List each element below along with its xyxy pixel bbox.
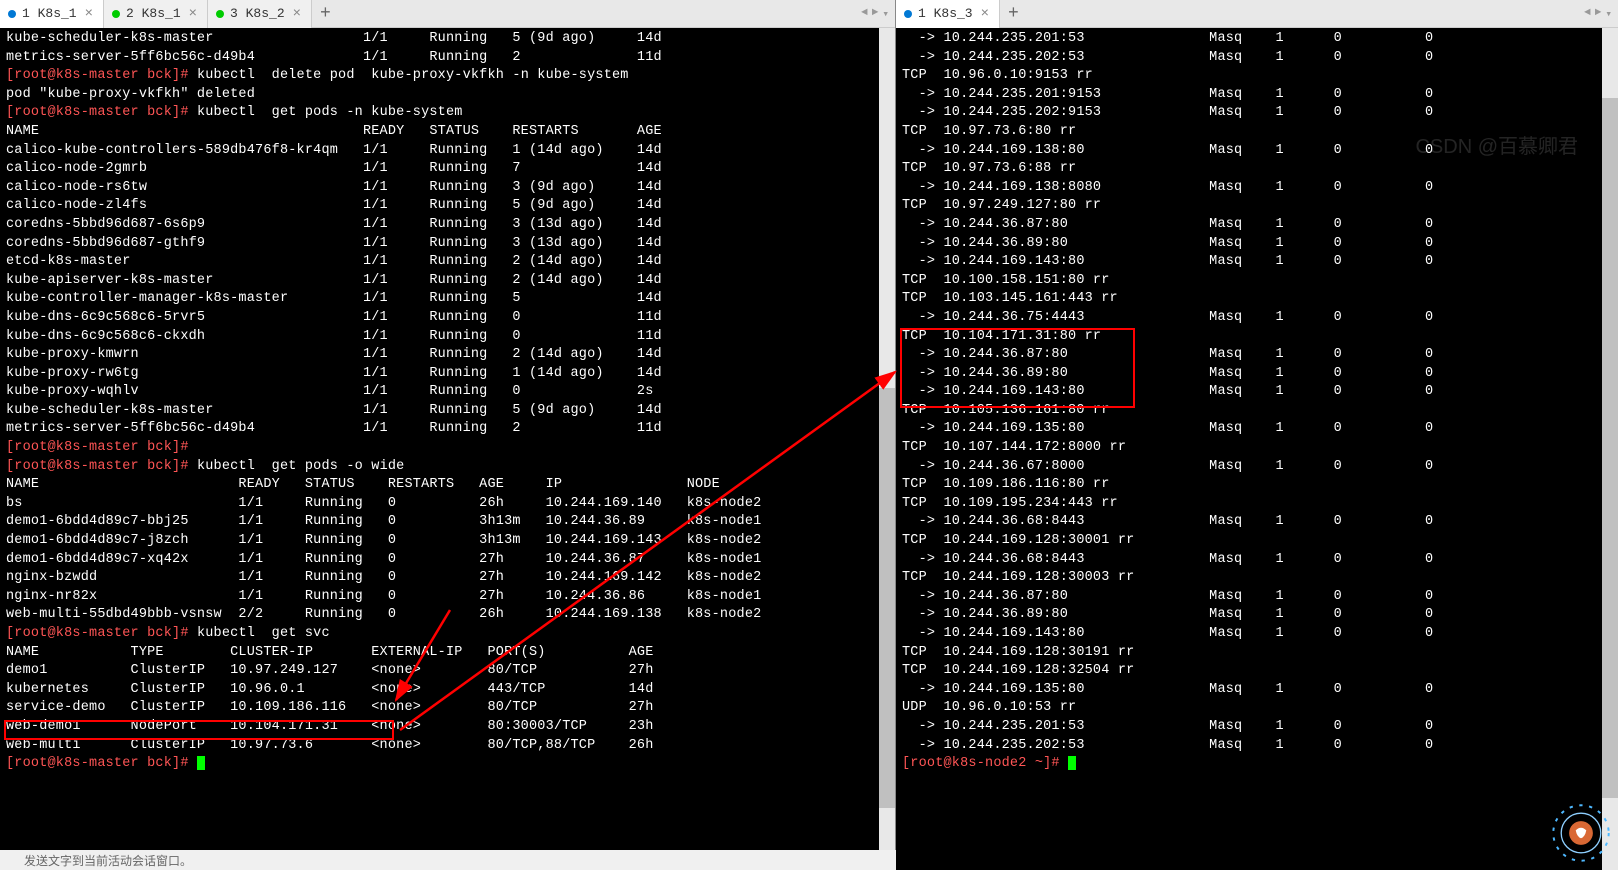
scrollbar-thumb[interactable] <box>879 388 895 808</box>
right-pane: 1 K8s_3 × + ◄ ►▾ -> 10.244.235.201:53 Masq 1… <box>896 0 1618 870</box>
tab-label: 2 K8s_1 <box>126 6 181 21</box>
tab-prev-icon[interactable]: ◄ <box>1584 7 1591 21</box>
left-pane: 1 K8s_1 × 2 K8s_1 × 3 K8s_2 × + ◄ ►▾ kube-schedu… <box>0 0 896 870</box>
csdn-logo-icon <box>1548 800 1614 866</box>
tab-label: 3 K8s_2 <box>230 6 285 21</box>
right-tabbar: 1 K8s_3 × + ◄ ►▾ <box>896 0 1618 28</box>
add-tab-button[interactable]: + <box>1000 4 1027 24</box>
status-dot-icon <box>8 10 16 18</box>
close-icon[interactable]: × <box>83 6 95 22</box>
prompt: [root@k8s-master bck]# <box>6 756 197 771</box>
status-dot-icon <box>112 10 120 18</box>
status-icon <box>6 854 18 866</box>
cursor <box>1068 756 1076 770</box>
prompt: [root@k8s-master bck]# <box>6 440 197 455</box>
right-terminal[interactable]: -> 10.244.235.201:53 Masq 1 0 0 -> 10.24… <box>896 28 1618 870</box>
status-dot-icon <box>216 10 224 18</box>
scrollbar-thumb[interactable] <box>1602 98 1618 798</box>
right-scrollbar[interactable] <box>1602 28 1618 870</box>
cursor <box>197 756 205 770</box>
tab-prev-icon[interactable]: ◄ <box>861 7 868 21</box>
add-tab-button[interactable]: + <box>312 4 339 24</box>
prompt: [root@k8s-master bck]# <box>6 626 197 641</box>
tab[interactable]: 1 K8s_1 × <box>0 0 104 28</box>
tab-next-icon[interactable]: ► <box>1595 7 1602 21</box>
tab[interactable]: 2 K8s_1 × <box>104 0 208 28</box>
status-bar: 发送文字到当前活动会话窗口。 <box>0 850 896 870</box>
prompt: [root@k8s-master bck]# <box>6 68 197 83</box>
left-tabbar: 1 K8s_1 × 2 K8s_1 × 3 K8s_2 × + ◄ ►▾ <box>0 0 895 28</box>
prompt: [root@k8s-master bck]# <box>6 459 197 474</box>
status-dot-icon <box>904 10 912 18</box>
close-icon[interactable]: × <box>291 6 303 22</box>
tab-next-icon[interactable]: ► <box>872 7 879 21</box>
close-icon[interactable]: × <box>187 6 199 22</box>
prompt: [root@k8s-master bck]# <box>6 105 197 120</box>
tab-menu-icon[interactable]: ▾ <box>1605 7 1612 21</box>
left-scrollbar[interactable] <box>879 28 895 870</box>
prompt: [root@k8s-node2 ~]# <box>902 756 1068 771</box>
tab-label: 1 K8s_3 <box>918 6 973 21</box>
left-terminal[interactable]: kube-scheduler-k8s-master 1/1 Running 5 … <box>0 28 895 870</box>
close-icon[interactable]: × <box>979 6 991 22</box>
tab[interactable]: 3 K8s_2 × <box>208 0 312 28</box>
tab[interactable]: 1 K8s_3 × <box>896 0 1000 28</box>
tab-menu-icon[interactable]: ▾ <box>882 7 889 21</box>
tab-label: 1 K8s_1 <box>22 6 77 21</box>
status-text: 发送文字到当前活动会话窗口。 <box>24 852 192 869</box>
